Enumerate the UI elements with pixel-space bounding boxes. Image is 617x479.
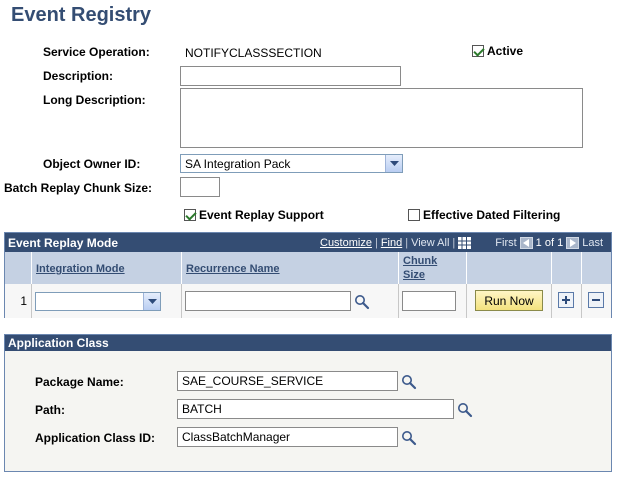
run-header <box>467 252 552 284</box>
delete-row-button[interactable] <box>588 292 604 308</box>
delete-row-cell <box>582 284 611 318</box>
page-title: Event Registry <box>11 4 152 26</box>
separator: | <box>405 237 409 249</box>
previous-arrow-icon[interactable] <box>519 237 533 249</box>
application-class-section: Application Class Package Name: SAE_COUR… <box>4 334 612 472</box>
minus-icon <box>592 299 600 301</box>
chevron-down-icon[interactable] <box>385 155 402 172</box>
add-row-button[interactable] <box>558 292 574 308</box>
path-label: Path: <box>35 403 65 417</box>
recurrence-name-input[interactable] <box>185 291 351 311</box>
find-link[interactable]: Find <box>381 237 402 249</box>
integration-mode-header-label[interactable]: Integration Mode <box>36 263 125 275</box>
event-replay-support-label: Event Replay Support <box>199 208 324 222</box>
object-owner-select[interactable]: SA Integration Pack <box>180 154 403 173</box>
object-owner-label: Object Owner ID: <box>43 157 141 171</box>
grid-download-icon[interactable] <box>458 237 472 249</box>
application-class-header: Application Class <box>5 335 611 351</box>
lookup-icon[interactable] <box>401 374 417 390</box>
separator: | <box>452 237 456 249</box>
table-row: 1 <box>5 284 32 318</box>
integration-mode-cell <box>32 284 182 318</box>
effective-dated-filtering-checkbox[interactable] <box>408 209 420 221</box>
event-replay-support-checkbox[interactable] <box>184 209 196 221</box>
active-checkbox[interactable] <box>472 45 484 57</box>
event-replay-mode-grid: Event Replay Mode Customize | Find | Vie… <box>4 232 612 318</box>
application-class-id-label: Application Class ID: <box>35 431 156 445</box>
size-header-label[interactable]: Size <box>403 269 425 281</box>
integration-mode-select[interactable] <box>35 292 161 311</box>
row-number-header <box>5 252 32 284</box>
long-description-textarea[interactable] <box>180 88 583 148</box>
effective-dated-filtering-label: Effective Dated Filtering <box>423 208 561 222</box>
add-header <box>552 252 582 284</box>
application-class-id-input[interactable]: ClassBatchManager <box>177 427 398 447</box>
active-checkbox-group[interactable]: Active <box>472 44 523 58</box>
last-label: Last <box>582 237 603 249</box>
chunk-size-input[interactable] <box>402 291 456 311</box>
active-label: Active <box>487 44 524 58</box>
description-input[interactable] <box>180 66 401 86</box>
lookup-icon[interactable] <box>457 402 473 418</box>
application-class-title: Application Class <box>8 336 109 350</box>
package-name-label: Package Name: <box>35 375 124 389</box>
event-replay-support-group[interactable]: Event Replay Support <box>184 208 324 222</box>
grid-title: Event Replay Mode <box>8 236 119 250</box>
delete-header <box>582 252 611 284</box>
recurrence-name-header-label[interactable]: Recurrence Name <box>186 263 280 275</box>
run-cell: Run Now <box>467 284 552 318</box>
service-operation-value: NOTIFYCLASSSECTION <box>185 46 322 60</box>
view-all-link[interactable]: View All <box>411 237 449 249</box>
effective-dated-filtering-group[interactable]: Effective Dated Filtering <box>408 208 560 222</box>
row-number: 1 <box>20 294 27 308</box>
object-owner-selected: SA Integration Pack <box>185 156 291 171</box>
plus-icon <box>562 296 570 304</box>
add-row-cell <box>552 284 582 318</box>
grid-header: Event Replay Mode Customize | Find | Vie… <box>5 233 611 252</box>
package-name-input[interactable]: SAE_COURSE_SERVICE <box>177 371 398 391</box>
separator: | <box>374 237 378 249</box>
recurrence-name-cell <box>182 284 399 318</box>
batch-replay-chunk-size-input[interactable] <box>180 177 220 197</box>
long-description-label: Long Description: <box>43 93 146 107</box>
customize-link[interactable]: Customize <box>320 237 372 249</box>
lookup-icon[interactable] <box>401 430 417 446</box>
chunk-size-header[interactable]: Chunk Size <box>399 252 467 284</box>
grid-navigation: Customize | Find | View All | First 1 of… <box>320 237 603 249</box>
lookup-icon[interactable] <box>354 294 370 310</box>
chunk-size-cell <box>399 284 467 318</box>
integration-mode-header[interactable]: Integration Mode <box>32 252 182 284</box>
first-label: First <box>495 237 517 249</box>
description-label: Description: <box>43 69 114 83</box>
run-now-button[interactable]: Run Now <box>475 290 543 311</box>
batch-replay-chunk-size-label: Batch Replay Chunk Size: <box>4 181 153 195</box>
recurrence-name-header[interactable]: Recurrence Name <box>182 252 399 284</box>
chevron-down-icon[interactable] <box>143 293 160 310</box>
service-operation-label: Service Operation: <box>43 45 150 59</box>
path-input[interactable]: BATCH <box>177 399 454 419</box>
chunk-header-label[interactable]: Chunk <box>403 255 437 267</box>
row-range: 1 of 1 <box>535 237 564 249</box>
next-arrow-icon[interactable] <box>566 237 580 249</box>
